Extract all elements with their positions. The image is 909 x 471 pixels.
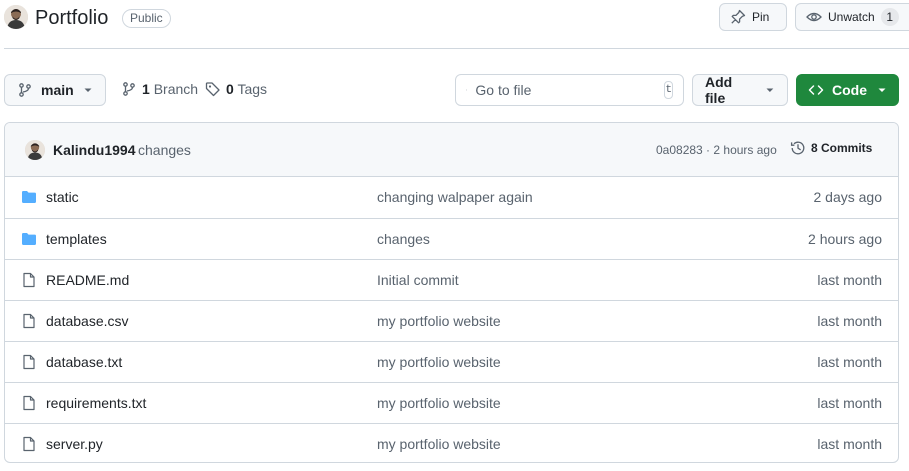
- unwatch-label: Unwatch: [828, 10, 875, 24]
- search-shortcut-key: t: [664, 81, 673, 99]
- file-commit-date: 2 hours ago: [808, 231, 882, 247]
- tags-link[interactable]: 0 Tags: [205, 81, 267, 97]
- file-name[interactable]: database.csv: [46, 313, 129, 329]
- branches-count: 1: [142, 81, 150, 97]
- repo-header: Portfolio Public Pin Unwatch 1: [0, 0, 909, 36]
- unwatch-button[interactable]: Unwatch 1: [795, 3, 909, 31]
- caret-down-icon: [878, 88, 886, 92]
- file-commit-date: last month: [817, 395, 882, 411]
- eye-icon: [806, 12, 822, 22]
- folder-icon: [21, 189, 37, 205]
- pin-label: Pin: [752, 10, 770, 24]
- file-commit-message[interactable]: Initial commit: [377, 272, 459, 288]
- file-commit-message[interactable]: my portfolio website: [377, 354, 501, 370]
- code-label: Code: [832, 82, 867, 98]
- file-icon: [21, 313, 37, 329]
- file-row[interactable]: requirements.txt my portfolio website la…: [5, 382, 898, 423]
- tags-label: Tags: [237, 81, 268, 97]
- file-row[interactable]: database.txt my portfolio website last m…: [5, 341, 898, 382]
- code-button[interactable]: Code: [796, 74, 899, 106]
- commit-author[interactable]: Kalindu1994: [53, 142, 135, 158]
- file-commit-date: last month: [817, 354, 882, 370]
- add-file-label: Add file: [705, 74, 733, 106]
- search-icon: [466, 89, 468, 91]
- file-commit-date: last month: [817, 272, 882, 288]
- file-commit-message[interactable]: my portfolio website: [377, 395, 501, 411]
- file-name[interactable]: server.py: [46, 436, 103, 452]
- file-commit-message[interactable]: changes: [377, 231, 430, 247]
- file-row[interactable]: templates changes 2 hours ago: [5, 218, 898, 259]
- latest-commit-bar: Kalindu1994 changes 0a08283 · 2 hours ag…: [5, 123, 898, 177]
- folder-icon: [21, 231, 37, 247]
- file-commit-date: last month: [817, 436, 882, 452]
- commits-label: 8 Commits: [811, 141, 873, 155]
- tag-icon: [205, 82, 220, 97]
- file-name[interactable]: database.txt: [46, 354, 122, 370]
- file-commit-message[interactable]: my portfolio website: [377, 313, 501, 329]
- branch-label: main: [41, 82, 74, 98]
- pin-button[interactable]: Pin: [719, 3, 787, 31]
- file-icon: [21, 436, 37, 452]
- caret-down-icon: [766, 88, 774, 92]
- file-name[interactable]: static: [46, 189, 79, 205]
- commit-author-avatar[interactable]: [25, 140, 45, 160]
- commit-message[interactable]: changes: [138, 142, 191, 158]
- owner-avatar[interactable]: [4, 5, 28, 29]
- branch-select-button[interactable]: main: [4, 74, 106, 106]
- file-name[interactable]: templates: [46, 231, 107, 247]
- file-commit-message[interactable]: changing walpaper again: [377, 189, 533, 205]
- search-input[interactable]: [475, 82, 657, 98]
- branches-link[interactable]: 1 Branch: [121, 81, 198, 97]
- file-icon: [21, 395, 37, 411]
- file-row[interactable]: server.py my portfolio website last mont…: [5, 423, 898, 462]
- file-row[interactable]: static changing walpaper again 2 days ag…: [5, 177, 898, 218]
- visibility-badge: Public: [122, 9, 171, 28]
- file-list: static changing walpaper again 2 days ag…: [5, 177, 898, 462]
- history-icon: [790, 141, 805, 155]
- repo-name[interactable]: Portfolio: [35, 7, 108, 30]
- file-browser: Kalindu1994 changes 0a08283 · 2 hours ag…: [4, 122, 899, 463]
- file-row[interactable]: README.md Initial commit last month: [5, 259, 898, 300]
- caret-down-icon: [84, 88, 92, 92]
- file-commit-date: 2 days ago: [813, 189, 883, 205]
- commit-hash-time[interactable]: 0a08283 · 2 hours ago: [656, 143, 777, 157]
- file-name[interactable]: requirements.txt: [46, 395, 146, 411]
- file-icon: [21, 354, 37, 370]
- branch-icon: [123, 82, 135, 96]
- code-icon: [808, 85, 824, 95]
- add-file-button[interactable]: Add file: [692, 74, 788, 106]
- go-to-file-search[interactable]: t: [455, 74, 684, 106]
- branches-label: Branch: [153, 81, 199, 97]
- file-commit-message[interactable]: my portfolio website: [377, 436, 501, 452]
- tags-count: 0: [226, 81, 234, 97]
- watch-counter: 1: [880, 8, 899, 26]
- pin-icon: [731, 9, 746, 24]
- file-row[interactable]: database.csv my portfolio website last m…: [5, 300, 898, 341]
- commits-history-link[interactable]: 8 Commits: [790, 140, 872, 156]
- header-divider: [4, 48, 909, 49]
- file-commit-date: last month: [817, 313, 882, 329]
- branch-icon: [19, 83, 31, 97]
- file-name[interactable]: README.md: [46, 272, 129, 288]
- file-icon: [21, 272, 37, 288]
